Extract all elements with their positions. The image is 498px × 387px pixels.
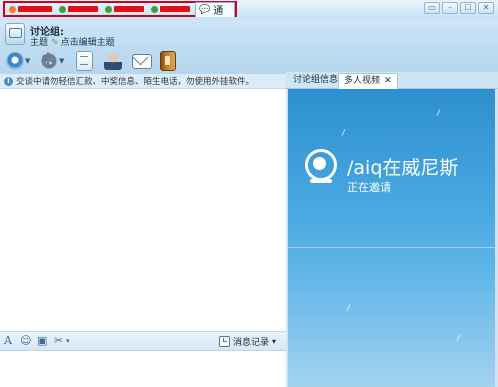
input-toolbar: A ☺ ▣ ✂ ▾ 消息记录 ▾ xyxy=(0,331,286,351)
group-header: 讨论组: 主题 ✎ 点击编辑主题 xyxy=(0,20,498,48)
light-streak xyxy=(346,304,351,311)
settings-button[interactable]: ▼ xyxy=(40,50,64,71)
message-input[interactable] xyxy=(0,351,286,387)
maximize-button[interactable]: ☐ xyxy=(460,2,476,14)
chat-tab-strip: 💬 普通讨 xyxy=(3,0,237,32)
webcam-icon xyxy=(6,52,24,70)
redacted-contact-name xyxy=(18,6,52,12)
gear-icon xyxy=(40,50,58,70)
light-streak xyxy=(456,334,461,341)
close-button[interactable]: ✕ xyxy=(478,2,494,14)
video-divider xyxy=(288,247,495,248)
light-streak xyxy=(436,109,441,116)
video-panel: /aiq在威尼斯 正在邀请 xyxy=(288,89,495,387)
history-label: 消息记录 xyxy=(232,337,269,348)
chat-tab-redacted[interactable] xyxy=(103,3,146,15)
image-icon[interactable]: ▣ xyxy=(37,335,47,347)
subject-edit-link[interactable]: 点击编辑主题 xyxy=(61,38,115,48)
history-clock-icon xyxy=(218,335,230,347)
light-streak xyxy=(341,129,346,136)
minimize-button[interactable]: – xyxy=(442,2,458,14)
redacted-contact-name xyxy=(114,6,144,12)
document-icon xyxy=(76,51,93,71)
contact-status-icon xyxy=(9,5,16,13)
chat-window: 💬 普通讨 ▭ – ☐ ✕ 讨论组: 主题✎点击编辑主题 ▼ ▼ xyxy=(0,0,498,387)
security-notice: i 交谈中请勿轻信汇款、中奖信息、陌生电话，勿使用外挂软件。 xyxy=(0,74,286,89)
redacted-contact-name xyxy=(68,6,98,12)
info-icon: i xyxy=(4,76,13,86)
message-history-button[interactable]: 消息记录 ▾ xyxy=(218,334,276,348)
group-subject: 主题 ✎ 点击编辑主题 xyxy=(30,35,115,48)
edit-pencil-icon[interactable]: ✎ xyxy=(51,38,59,48)
person-icon xyxy=(104,52,122,70)
app-button[interactable] xyxy=(160,51,176,71)
contact-status-icon xyxy=(105,5,112,13)
tab-group-info[interactable]: 讨论组信息 xyxy=(288,73,343,88)
chat-tab-redacted[interactable] xyxy=(57,3,100,15)
chat-tab-redacted[interactable] xyxy=(7,3,54,15)
chat-tab-redacted[interactable] xyxy=(149,3,192,15)
video-status: 正在邀请 xyxy=(347,181,391,194)
tab-multi-video[interactable]: 多人视频 ✕ xyxy=(338,73,398,89)
subject-label: 主题 xyxy=(30,38,49,48)
file-transfer-button[interactable] xyxy=(76,51,93,71)
book-icon xyxy=(160,51,176,71)
chat-tab-active[interactable]: 💬 普通讨 xyxy=(195,0,235,32)
side-panel-tabs: 讨论组信息 多人视频 ✕ xyxy=(286,72,498,89)
chevron-down-icon[interactable]: ▼ xyxy=(59,57,64,65)
chat-bubble-icon: 💬 xyxy=(199,4,211,15)
add-member-button[interactable] xyxy=(104,51,122,71)
skin-button[interactable]: ▭ xyxy=(424,2,440,14)
screenshot-scissors-icon[interactable]: ✂ xyxy=(54,335,63,347)
title-bar: 💬 普通讨 ▭ – ☐ ✕ xyxy=(0,0,498,32)
close-icon[interactable]: ✕ xyxy=(384,76,392,86)
email-button[interactable] xyxy=(132,51,152,71)
tab-multi-video-label: 多人视频 xyxy=(344,76,381,86)
message-history-area[interactable] xyxy=(0,89,286,331)
chevron-down-icon[interactable]: ▼ xyxy=(25,57,30,65)
webcam-icon xyxy=(305,149,337,183)
envelope-icon xyxy=(132,53,152,69)
video-invitee-name: /aiq在威尼斯 xyxy=(347,157,459,179)
redacted-contact-name xyxy=(160,6,190,12)
chevron-down-icon[interactable]: ▾ xyxy=(272,337,276,346)
security-notice-text: 交谈中请勿轻信汇款、中奖信息、陌生电话，勿使用外挂软件。 xyxy=(16,77,255,87)
font-button[interactable]: A xyxy=(4,335,12,347)
group-chat-icon[interactable] xyxy=(5,23,25,45)
emoji-icon[interactable]: ☺ xyxy=(20,335,31,347)
contact-status-icon xyxy=(59,5,66,13)
contact-status-icon xyxy=(151,5,158,13)
video-call-button[interactable]: ▼ xyxy=(6,51,30,71)
chevron-down-icon[interactable]: ▾ xyxy=(66,335,70,347)
main-toolbar: ▼ ▼ xyxy=(0,48,498,74)
